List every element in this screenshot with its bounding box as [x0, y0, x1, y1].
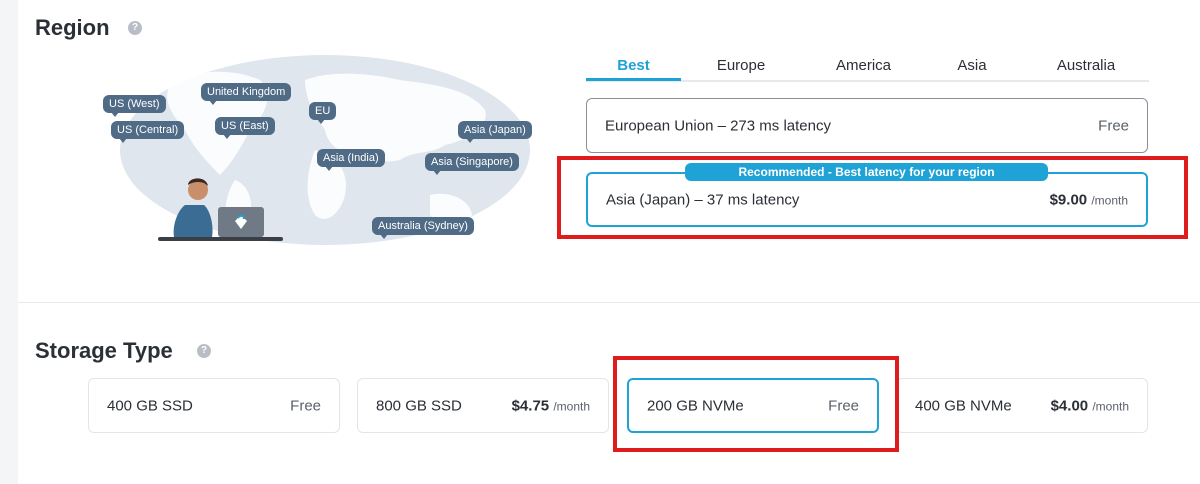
tab-europe[interactable]: Europe — [696, 55, 786, 78]
storage-option-label: 400 GB NVMe — [915, 397, 1012, 414]
storage-option-800gb-ssd[interactable]: 800 GB SSD $4.75 /month — [357, 378, 609, 433]
price-period: /month — [553, 399, 590, 413]
tab-australia[interactable]: Australia — [1041, 55, 1131, 78]
tab-asia[interactable]: Asia — [936, 55, 1008, 78]
map-pin-asia-japan: Asia (Japan) — [458, 121, 532, 143]
storage-help-icon[interactable]: ? — [197, 344, 211, 358]
map-pin-us-central: US (Central) — [111, 121, 185, 143]
region-option-european-union[interactable]: European Union – 273 ms latency Free — [586, 98, 1148, 153]
storage-option-price: Free — [290, 397, 321, 414]
region-tabs: Best Europe America Asia Australia — [586, 55, 1149, 82]
map-pin-us-west: US (West) — [103, 95, 166, 117]
storage-option-400gb-nvme[interactable]: 400 GB NVMe $4.00 /month — [896, 378, 1148, 433]
tab-best[interactable]: Best — [586, 55, 681, 81]
region-option-price: Free — [1098, 117, 1129, 134]
map-pin-eu: EU — [309, 102, 337, 124]
price-period: /month — [1092, 399, 1129, 413]
highlight-box-storage — [613, 356, 899, 452]
map-pin-asia-singapore: Asia (Singapore) — [425, 153, 519, 175]
storage-option-label: 800 GB SSD — [376, 397, 462, 414]
region-title: Region — [35, 15, 110, 40]
region-help-icon[interactable]: ? — [128, 21, 142, 35]
storage-title: Storage Type — [35, 338, 173, 363]
map-pin-united-kingdom: United Kingdom — [201, 83, 292, 105]
region-option-label: European Union – 273 ms latency — [605, 117, 831, 134]
map-pin-asia-india: Asia (India) — [317, 149, 385, 171]
price-amount: $4.75 — [511, 397, 550, 414]
price-amount: $4.00 — [1050, 397, 1089, 414]
tab-america[interactable]: America — [816, 55, 911, 78]
map-pin-australia-sydney: Australia (Sydney) — [372, 217, 474, 239]
world-map: US (West) United Kingdom US (Central) US… — [100, 55, 540, 250]
storage-option-label: 400 GB SSD — [107, 397, 193, 414]
highlight-box-region — [557, 156, 1188, 239]
storage-option-400gb-ssd[interactable]: 400 GB SSD Free — [88, 378, 340, 433]
section-divider — [18, 302, 1200, 303]
storage-option-price: $4.00 /month — [1051, 397, 1129, 414]
map-pin-us-east: US (East) — [215, 117, 275, 139]
storage-option-price: $4.75 /month — [512, 397, 590, 414]
